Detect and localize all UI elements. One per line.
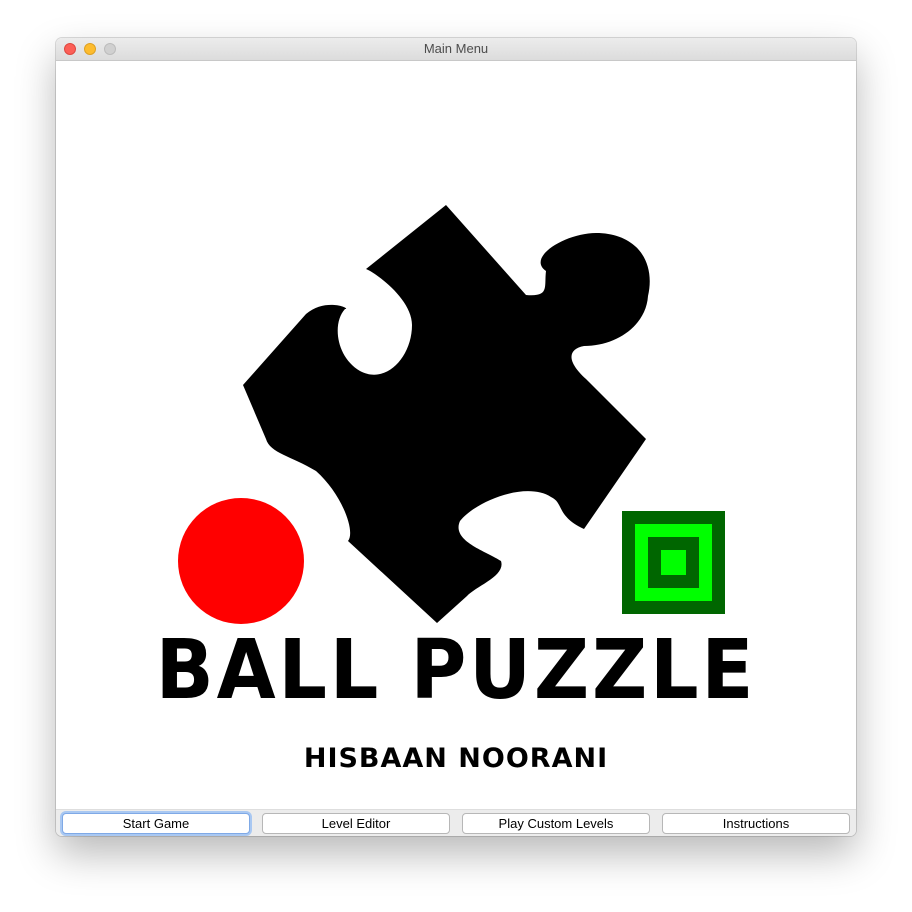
puzzle-piece-icon (243, 205, 650, 623)
start-game-button[interactable]: Start Game (62, 813, 250, 834)
main-menu-content: BALL PUZZLE HISBAAN NOORANI (56, 61, 856, 809)
main-menu-window: Main Menu BALL PUZZLE HISBAAN NOORANI St… (56, 38, 856, 836)
ball-icon (178, 498, 304, 624)
game-title: BALL PUZZLE (155, 623, 757, 718)
level-editor-button[interactable]: Level Editor (262, 813, 450, 834)
author-name: HISBAAN NOORANI (303, 743, 609, 774)
play-custom-levels-button[interactable]: Play Custom Levels (462, 813, 650, 834)
goal-square-icon (622, 511, 725, 614)
instructions-button[interactable]: Instructions (662, 813, 850, 834)
window-title: Main Menu (423, 41, 489, 56)
title-bar: Main Menu (56, 38, 856, 61)
menu-button-bar: Start Game Level Editor Play Custom Leve… (56, 809, 856, 836)
